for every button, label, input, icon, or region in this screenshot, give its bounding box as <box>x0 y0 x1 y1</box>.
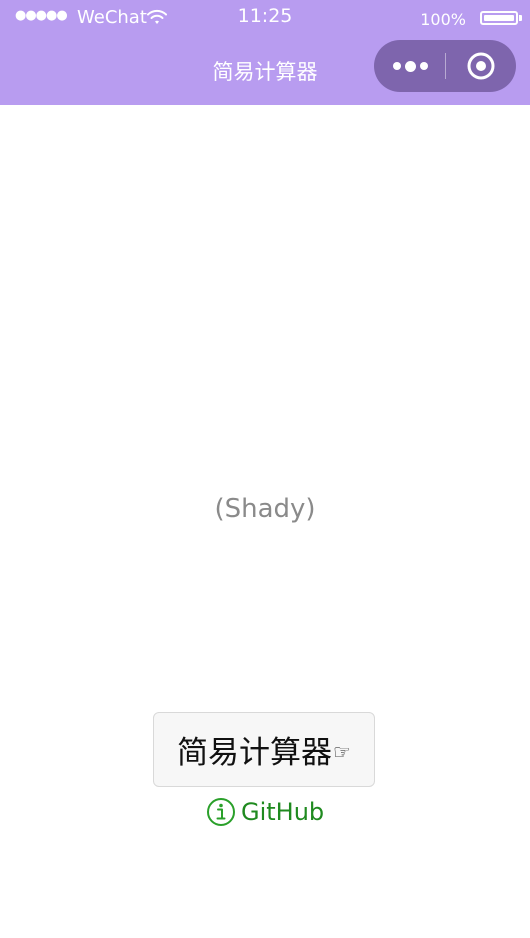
app-screen: ●●●●● WeChat 11:25 100% 简易计算器 (Shady) 简易… <box>0 0 530 938</box>
pointing-hand-icon: ☞ <box>333 739 351 764</box>
status-bar: ●●●●● WeChat 11:25 100% <box>0 0 530 38</box>
battery-percent: 100% <box>420 10 466 29</box>
battery-tip <box>519 15 522 21</box>
calculator-button[interactable]: 简易计算器 ☞ <box>153 712 375 787</box>
more-options-icon[interactable] <box>390 51 430 81</box>
calculator-button-label: 简易计算器 <box>177 735 333 771</box>
capsule-divider <box>445 53 446 79</box>
github-link-label: GitHub <box>241 798 325 826</box>
close-miniprogram-icon[interactable] <box>466 51 496 81</box>
menu-capsule <box>374 40 516 92</box>
header-bar: ●●●●● WeChat 11:25 100% 简易计算器 <box>0 0 530 105</box>
battery-icon <box>480 11 518 25</box>
info-icon <box>207 798 235 826</box>
author-label: (Shady) <box>214 494 316 524</box>
github-link[interactable]: GitHub <box>206 796 324 828</box>
